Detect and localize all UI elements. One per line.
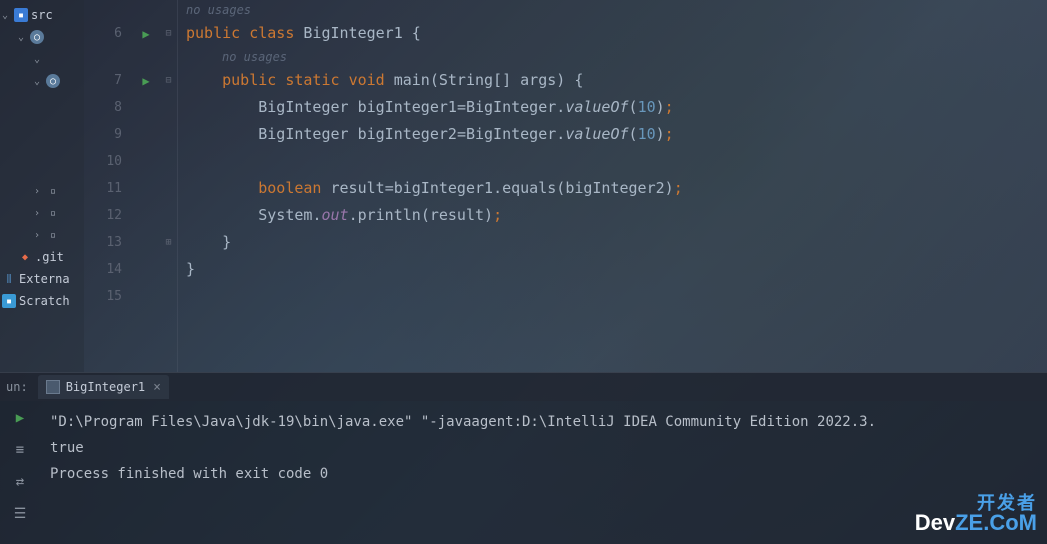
code-line: }: [178, 256, 1047, 283]
toggle-button[interactable]: ⇄: [9, 471, 31, 493]
line-number-gutter: 6 7 8 9 10 11 12 13 14 15: [84, 0, 132, 372]
file-icon: ▫: [46, 206, 60, 220]
package-icon: ○: [30, 30, 44, 44]
code-line: BigInteger bigInteger2=BigInteger.valueO…: [178, 121, 1047, 148]
tree-item[interactable]: › ▫: [0, 202, 84, 224]
tree-item-external[interactable]: ⫼ Externa: [0, 268, 84, 290]
tree-item[interactable]: › ▫: [0, 180, 84, 202]
console-line: true: [50, 435, 1037, 461]
scratch-icon: ▪: [2, 294, 16, 308]
run-toolbar: ▶ ≡ ⇄ ☰: [0, 401, 40, 544]
fold-open-icon[interactable]: ⊟: [165, 28, 171, 39]
code-line: boolean result=bigInteger1.equals(bigInt…: [178, 175, 1047, 202]
chevron-down-icon: ⌄: [34, 54, 44, 65]
application-icon: [46, 380, 60, 394]
chevron-down-icon: ⌄: [2, 10, 12, 21]
chevron-down-icon: ⌄: [18, 32, 28, 43]
run-main-icon[interactable]: ▶: [142, 74, 149, 88]
console-output[interactable]: "D:\Program Files\Java\jdk-19\bin\java.e…: [40, 401, 1047, 544]
run-config-tab[interactable]: BigInteger1 ×: [38, 375, 169, 399]
usage-hint: no usages: [178, 47, 1047, 67]
tree-item[interactable]: ⌄ ○: [0, 26, 84, 48]
tree-item[interactable]: ⌄: [0, 48, 84, 70]
watermark: 开发者 DevZE.CoM: [915, 494, 1037, 534]
run-gutter: ▶ ▶: [132, 0, 160, 372]
code-editor[interactable]: 6 7 8 9 10 11 12 13 14 15 ▶ ▶ ⊟ ⊟: [84, 0, 1047, 372]
run-tool-window: un: BigInteger1 × ▶ ≡ ⇄ ☰ "D:\Program Fi…: [0, 372, 1047, 544]
console-line: Process finished with exit code 0: [50, 461, 1037, 487]
chevron-right-icon: ›: [34, 186, 44, 197]
code-content[interactable]: no usages public class BigInteger1 { no …: [178, 0, 1047, 372]
file-icon: ▫: [46, 184, 60, 198]
rerun-button[interactable]: ▶: [9, 407, 31, 429]
tree-label: Externa: [19, 272, 70, 286]
console-line: "D:\Program Files\Java\jdk-19\bin\java.e…: [50, 409, 1037, 435]
run-tab-title: BigInteger1: [66, 380, 145, 394]
code-line: public static void main(String[] args) {: [178, 67, 1047, 94]
fold-gutter: ⊟ ⊟ ⊞: [160, 0, 178, 372]
chevron-right-icon: ›: [34, 208, 44, 219]
export-button[interactable]: ☰: [9, 503, 31, 525]
tree-item[interactable]: ⌄ ○: [0, 70, 84, 92]
package-icon: ○: [46, 74, 60, 88]
code-line: BigInteger bigInteger1=BigInteger.valueO…: [178, 94, 1047, 121]
chevron-down-icon: ⌄: [34, 76, 44, 87]
tree-item[interactable]: › ▫: [0, 224, 84, 246]
run-panel-label: un:: [6, 380, 28, 394]
run-header: un: BigInteger1 ×: [0, 373, 1047, 401]
stop-button[interactable]: ≡: [9, 439, 31, 461]
run-class-icon[interactable]: ▶: [142, 27, 149, 41]
tree-label: src: [31, 8, 53, 22]
code-line: public class BigInteger1 {: [178, 20, 1047, 47]
tree-item-src[interactable]: ⌄ ▪ src: [0, 4, 84, 26]
usage-hint: no usages: [178, 0, 1047, 20]
fold-open-icon[interactable]: ⊟: [165, 75, 171, 86]
fold-close-icon[interactable]: ⊞: [165, 237, 171, 248]
file-icon: ▫: [46, 228, 60, 242]
library-icon: ⫼: [2, 272, 16, 286]
tree-item-git[interactable]: ◆ .git: [0, 246, 84, 268]
code-line: }: [178, 229, 1047, 256]
code-line: System.out.println(result);: [178, 202, 1047, 229]
close-icon[interactable]: ×: [153, 380, 161, 395]
chevron-right-icon: ›: [34, 230, 44, 241]
tree-label: Scratch: [19, 294, 70, 308]
tree-label: .git: [35, 250, 64, 264]
code-line: [178, 148, 1047, 175]
git-icon: ◆: [18, 250, 32, 264]
folder-icon: ▪: [14, 8, 28, 22]
tree-item-scratches[interactable]: ▪ Scratch: [0, 290, 84, 312]
project-tree[interactable]: ⌄ ▪ src ⌄ ○ ⌄ ⌄ ○ › ▫ › ▫: [0, 0, 84, 372]
